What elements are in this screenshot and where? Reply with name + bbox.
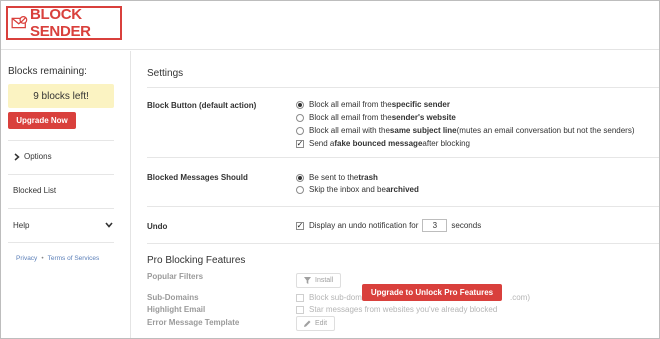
- undo-label: Undo: [147, 222, 168, 231]
- settings-title: Settings: [147, 68, 184, 79]
- option-text-suffix: (mutes an email conversation but not the…: [456, 126, 635, 135]
- radio-specific-sender[interactable]: Block all email from the specific sender: [296, 100, 450, 109]
- option-text: Skip the inbox and be: [309, 185, 386, 194]
- blocks-remaining-title: Blocks remaining:: [8, 66, 87, 77]
- brand-name: BLOCK SENDER: [30, 6, 91, 40]
- option-text-suffix: after blocking: [422, 139, 470, 148]
- radio-control[interactable]: [296, 100, 304, 109]
- sidebar-item-options[interactable]: Options: [14, 152, 52, 161]
- option-text: Block all email from the: [309, 113, 392, 122]
- option-text: Block all email with the: [309, 126, 390, 135]
- terms-link[interactable]: Terms of Services: [48, 255, 100, 262]
- sidebar-item-label: Help: [13, 221, 30, 230]
- filter-icon: [304, 277, 311, 284]
- radio-sender-website[interactable]: Block all email from the sender's websit…: [296, 113, 456, 122]
- edit-button: Edit: [296, 316, 336, 331]
- sidebar-divider: [8, 140, 114, 141]
- settings-panel: Settings Block Button (default action) B…: [132, 51, 659, 338]
- blocked-messages-label: Blocked Messages Should: [147, 173, 248, 182]
- radio-control[interactable]: [296, 113, 304, 122]
- undo-unit: seconds: [451, 221, 482, 230]
- sidebar-divider: [8, 242, 114, 243]
- pencil-icon: [304, 320, 311, 327]
- install-button: Install: [296, 273, 342, 288]
- chevron-down-icon[interactable]: [105, 221, 113, 229]
- popular-filters-label: Popular Filters: [147, 272, 204, 281]
- brand-logo[interactable]: BLOCK SENDER: [6, 6, 122, 40]
- undo-text: Display an undo notification for: [309, 221, 419, 230]
- option-text-bold: sender's website: [391, 113, 456, 122]
- block-button-label: Block Button (default action): [147, 101, 257, 110]
- option-text-bold: same subject line: [389, 126, 457, 135]
- checkbox-fake-bounce[interactable]: ✓ Send a fake bounced message after bloc…: [296, 139, 470, 148]
- link-separator: •: [41, 255, 44, 262]
- undo-setting: ✓ Display an undo notification for secon…: [296, 219, 481, 232]
- checkbox-control[interactable]: ✓: [296, 139, 304, 148]
- upgrade-now-button[interactable]: Upgrade Now: [8, 112, 76, 129]
- footer-links: Privacy • Terms of Services: [16, 255, 99, 262]
- radio-same-subject[interactable]: Block all email with the same subject li…: [296, 126, 635, 135]
- sub-domains-label: Sub-Domains: [147, 293, 199, 302]
- radio-control[interactable]: [296, 126, 304, 135]
- sidebar-divider: [8, 174, 114, 175]
- sub-domains-option: Block sub-doma: [296, 293, 366, 302]
- highlight-email-text: Star messages from websites you've alrea…: [309, 305, 498, 314]
- sidebar-item-blocked-list[interactable]: Blocked List: [13, 186, 56, 195]
- install-label: Install: [315, 277, 334, 284]
- option-text-bold: trash: [358, 173, 378, 182]
- sidebar: Blocks remaining: 9 blocks left! Upgrade…: [1, 51, 131, 338]
- checkbox-control: [296, 293, 304, 302]
- undo-checkbox[interactable]: ✓: [296, 221, 304, 230]
- highlight-email-label: Highlight Email: [147, 305, 206, 314]
- edit-label: Edit: [315, 320, 328, 327]
- pro-features-title: Pro Blocking Features: [147, 255, 246, 266]
- radio-archive[interactable]: Skip the inbox and be archived: [296, 185, 419, 194]
- section-divider: [147, 243, 659, 244]
- sidebar-item-label: Blocked List: [13, 186, 57, 195]
- option-text-bold: archived: [385, 185, 419, 194]
- option-text: Block all email from the: [309, 100, 392, 109]
- option-text-bold: fake bounced message: [334, 139, 423, 148]
- option-text-bold: specific sender: [391, 100, 450, 109]
- privacy-link[interactable]: Privacy: [16, 255, 37, 262]
- sidebar-divider: [8, 208, 114, 209]
- checkbox-control: [296, 305, 304, 314]
- sidebar-item-label: Options: [24, 152, 52, 161]
- radio-control[interactable]: [296, 173, 304, 182]
- upgrade-pro-button[interactable]: Upgrade to Unlock Pro Features: [362, 284, 502, 301]
- option-text: Send a: [309, 139, 335, 148]
- error-template-label: Error Message Template: [147, 318, 240, 327]
- section-divider: [147, 157, 659, 158]
- envelope-block-icon: [11, 15, 28, 29]
- blocks-left-badge: 9 blocks left!: [8, 84, 114, 108]
- undo-seconds-input[interactable]: [422, 219, 448, 232]
- chevron-right-icon: [14, 152, 20, 161]
- sub-domains-text: Block sub-doma: [309, 293, 367, 302]
- sub-domains-text-tail: .com): [510, 293, 530, 302]
- section-divider: [147, 87, 659, 88]
- highlight-email-option: Star messages from websites you've alrea…: [296, 305, 497, 314]
- radio-trash[interactable]: Be sent to the trash: [296, 173, 378, 182]
- header: BLOCK SENDER: [1, 1, 659, 50]
- section-divider: [147, 206, 659, 207]
- radio-control[interactable]: [296, 185, 304, 194]
- sidebar-item-help[interactable]: Help: [13, 221, 29, 230]
- option-text: Be sent to the: [309, 173, 359, 182]
